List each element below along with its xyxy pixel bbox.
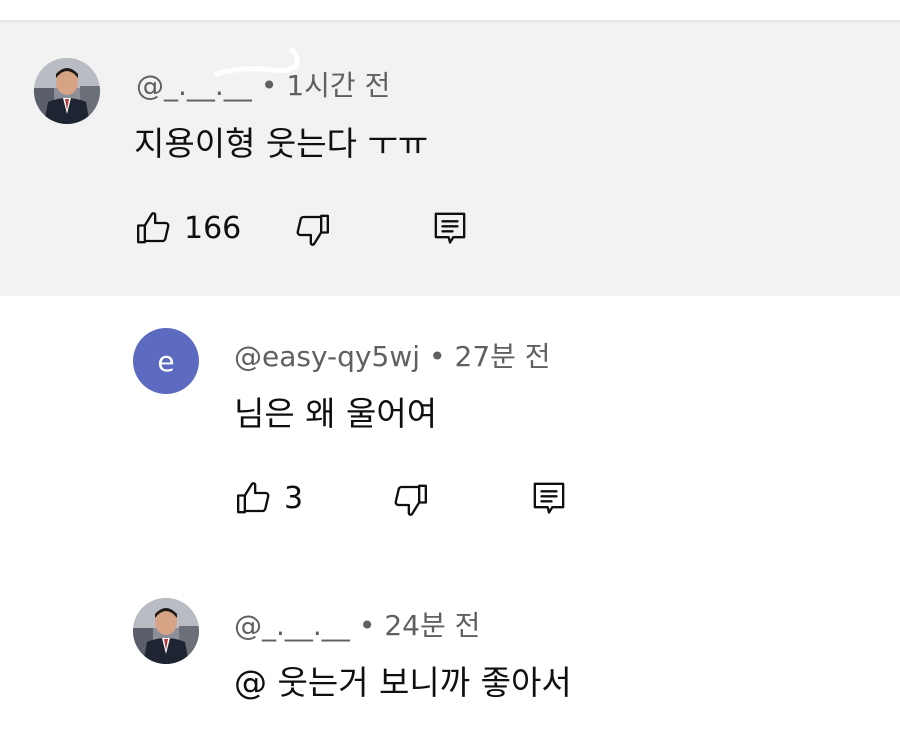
comment-meta: @_.__.__ • 24분 전 (234, 604, 480, 644)
separator-dot: • (429, 340, 446, 373)
thumbs-down-icon (394, 484, 427, 516)
thumbs-up-icon (237, 482, 270, 514)
like-button[interactable]: 3 (234, 478, 303, 518)
comment-author[interactable]: @easy-qy5wj (234, 340, 420, 373)
reply-comment-icon (533, 482, 565, 514)
comment-text: 지용이형 웃는다 ㅜㅠ (134, 124, 429, 163)
dislike-button[interactable] (390, 480, 430, 520)
avatar-letter: e (157, 344, 175, 378)
comment-text: @ 웃는거 보니까 좋아서 (234, 663, 572, 702)
reply-button[interactable] (430, 208, 470, 248)
user-avatar[interactable] (34, 58, 100, 124)
comment-text: 님은 왜 울어여 (234, 394, 438, 433)
user-avatar[interactable]: e (133, 328, 199, 394)
dislike-button[interactable] (292, 210, 332, 250)
comment-time: 24분 전 (384, 609, 481, 642)
comment-time: 27분 전 (454, 340, 551, 373)
comment-author[interactable]: @_.__.__ (234, 609, 350, 642)
comment-meta: @easy-qy5wj • 27분 전 (234, 335, 551, 375)
like-count: 166 (184, 210, 242, 246)
redaction-scribble (214, 47, 300, 77)
thumbs-up-icon (137, 212, 170, 244)
like-button[interactable]: 166 (134, 208, 241, 248)
thumbs-down-icon (296, 214, 329, 246)
reply-comment-icon (434, 212, 466, 244)
reply-button[interactable] (529, 478, 569, 518)
user-avatar[interactable] (133, 598, 199, 664)
separator-dot: • (358, 609, 376, 642)
like-count: 3 (284, 480, 304, 516)
